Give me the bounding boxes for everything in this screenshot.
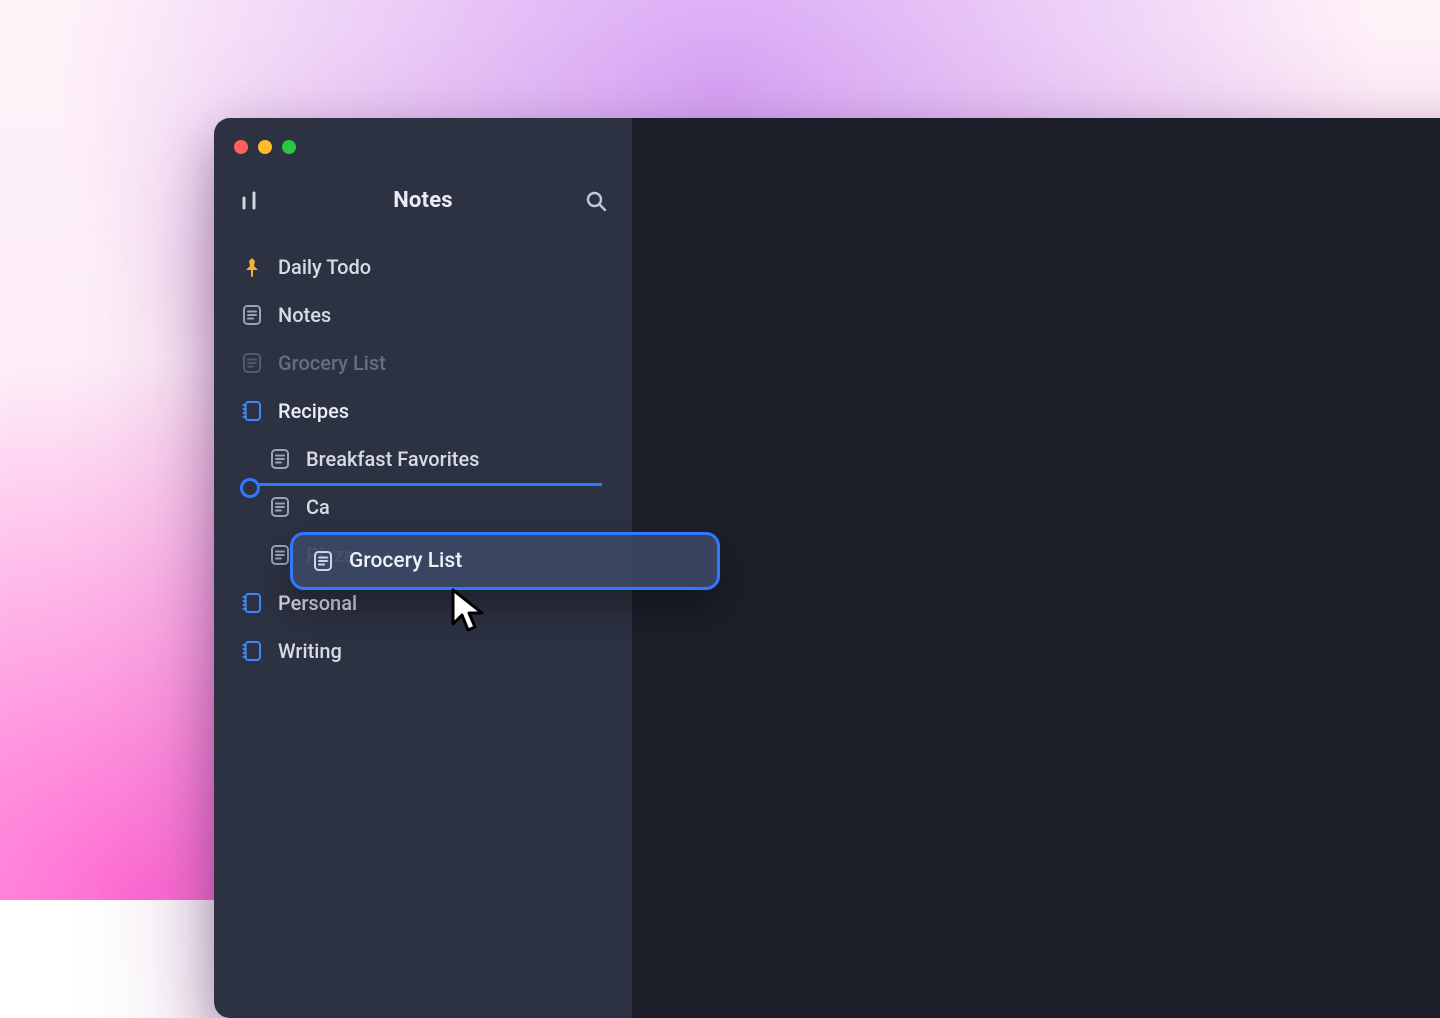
note-icon	[268, 496, 292, 518]
sidebar-item-label: Personal	[278, 591, 357, 615]
sidebar-item-daily-todo[interactable]: Daily Todo	[214, 243, 632, 291]
sidebar-list: Daily Todo Notes Grocery List Recipes Breakf…	[214, 239, 632, 675]
sidebar-item-grocery-list[interactable]: Grocery List	[214, 339, 632, 387]
sidebar-item-breakfast-favorites[interactable]: Breakfast Favorites	[214, 435, 632, 483]
window-controls	[214, 136, 632, 158]
sidebar-item-recipes[interactable]: Recipes	[214, 387, 632, 435]
sidebar-item-label: Recipes	[278, 399, 349, 423]
sidebar-item-label: Writing	[278, 639, 342, 663]
sidebar-item-label: Notes	[278, 303, 331, 327]
close-window-button[interactable]	[234, 140, 248, 154]
sidebar-item-ca[interactable]: Ca	[214, 483, 632, 531]
notebook-icon	[240, 592, 264, 614]
sidebar-item-label: Ca	[306, 495, 330, 519]
drag-preview-label: Grocery List	[349, 549, 462, 573]
editor-pane[interactable]	[632, 118, 1440, 1018]
note-icon	[240, 304, 264, 326]
pin-icon	[240, 256, 264, 278]
note-icon	[268, 448, 292, 470]
sidebar-header: Notes	[214, 158, 632, 239]
sidebar-item-label: Daily Todo	[278, 255, 371, 279]
sidebar-item-label: Grocery List	[278, 351, 386, 375]
note-icon	[311, 550, 335, 572]
sidebar-item-label: Breakfast Favorites	[306, 447, 479, 471]
sidebar-title: Notes	[393, 188, 453, 213]
notebook-icon	[240, 640, 264, 662]
sidebar-item-writing[interactable]: Writing	[214, 627, 632, 675]
note-icon	[240, 352, 264, 374]
notebook-icon	[240, 400, 264, 422]
minimize-window-button[interactable]	[258, 140, 272, 154]
drag-preview: Grocery List	[290, 532, 720, 590]
cursor-icon	[450, 588, 492, 640]
note-icon	[268, 544, 292, 566]
search-icon[interactable]	[584, 189, 608, 213]
lines-icon[interactable]	[240, 190, 262, 212]
zoom-window-button[interactable]	[282, 140, 296, 154]
sidebar-item-notes[interactable]: Notes	[214, 291, 632, 339]
